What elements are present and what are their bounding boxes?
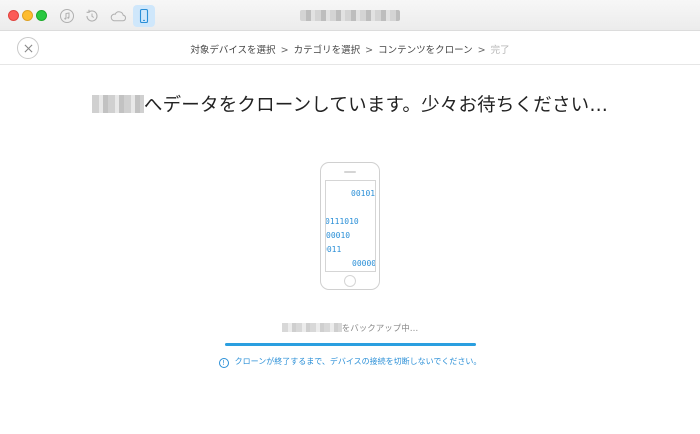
binary-text: 0011	[326, 245, 342, 254]
page-title: へデータをクローンしています。少々お待ちください…	[0, 91, 700, 117]
breadcrumb-step-select-device: 対象デバイスを選択	[190, 45, 276, 56]
device-name-redacted	[91, 95, 144, 113]
backup-status-text: をバックアップ中…	[341, 324, 419, 334]
window-close-button[interactable]	[8, 10, 19, 21]
binary-text: 001010	[351, 189, 376, 198]
music-icon[interactable]	[58, 7, 76, 25]
breadcrumb-step-select-category: カテゴリを選択	[293, 45, 361, 56]
progress-bar-fill	[225, 343, 476, 346]
window-zoom-button[interactable]	[36, 10, 47, 21]
binary-text: 0111010	[325, 217, 359, 226]
breadcrumb-step-done: 完了	[490, 45, 510, 56]
breadcrumb-bar: 対象デバイスを選択 > カテゴリを選択 > コンテンツをクローン > 完了	[0, 31, 700, 65]
breadcrumb: 対象デバイスを選択 > カテゴリを選択 > コンテンツをクローン > 完了	[0, 42, 700, 56]
breadcrumb-separator: >	[280, 45, 289, 56]
phone-illustration: 001010 0111010 00010 0011 000000	[320, 162, 380, 290]
breadcrumb-step-clone-content: コンテンツをクローン	[378, 45, 473, 56]
info-icon: !	[218, 358, 229, 368]
page-title-text: へデータをクローンしています。少々お待ちください…	[143, 95, 609, 116]
backup-status: をバックアップ中…	[0, 322, 700, 334]
breadcrumb-separator: >	[365, 45, 374, 56]
binary-text: 00010	[326, 231, 351, 240]
phone-speaker	[344, 171, 356, 173]
progress-bar	[225, 343, 476, 346]
window-minimize-button[interactable]	[22, 10, 33, 21]
cloud-icon[interactable]	[108, 7, 128, 25]
restore-icon[interactable]	[83, 7, 101, 25]
device-icon[interactable]	[133, 5, 155, 27]
phone-home-button	[344, 275, 356, 287]
phone-screen: 001010 0111010 00010 0011 000000	[325, 180, 376, 272]
title-bar	[0, 0, 700, 31]
window-title-redacted	[300, 10, 400, 21]
device-name-redacted	[281, 323, 342, 332]
notice-message: ! クローンが終了するまで、デバイスの接続を切断しないでください。	[0, 356, 700, 368]
breadcrumb-separator: >	[477, 45, 486, 56]
binary-text: 000000	[352, 259, 376, 268]
notice-text: クローンが終了するまで、デバイスの接続を切断しないでください。	[234, 357, 482, 366]
